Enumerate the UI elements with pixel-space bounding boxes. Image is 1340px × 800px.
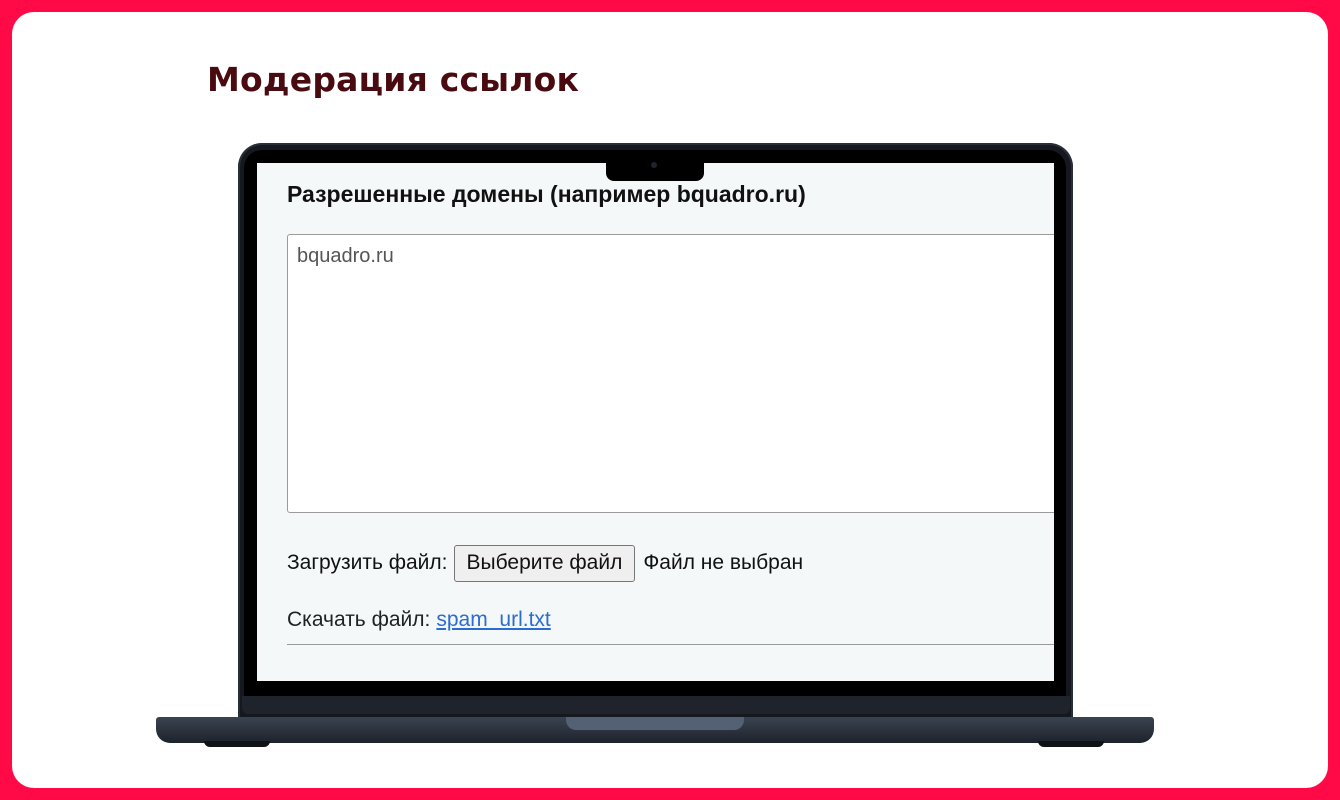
allowed-domains-heading: Разрешенные домены (например bquadro.ru) [287,181,806,207]
download-label: Скачать файл: [287,608,431,631]
laptop-screen: Разрешенные домены (например bquadro.ru)… [257,163,1054,681]
laptop-hinge [566,717,744,730]
laptop-chin [242,696,1070,714]
no-file-status: Файл не выбран [643,551,804,574]
allowed-domains-textarea[interactable]: bquadro.ru [287,234,1054,513]
slide-title: Модерация ссылок [207,60,580,99]
download-row: Скачать файл: spam_url.txt [287,608,551,632]
laptop-foot-right [1038,741,1104,747]
laptop-foot-left [204,741,270,747]
camera-icon [651,162,657,168]
upload-label: Загрузить файл: [287,551,448,574]
divider [287,644,1054,645]
download-file-link[interactable]: spam_url.txt [436,608,550,631]
choose-file-button[interactable]: Выберите файл [453,544,636,582]
upload-row: Загрузить файл: Выберите файл Файл не вы… [287,544,803,582]
